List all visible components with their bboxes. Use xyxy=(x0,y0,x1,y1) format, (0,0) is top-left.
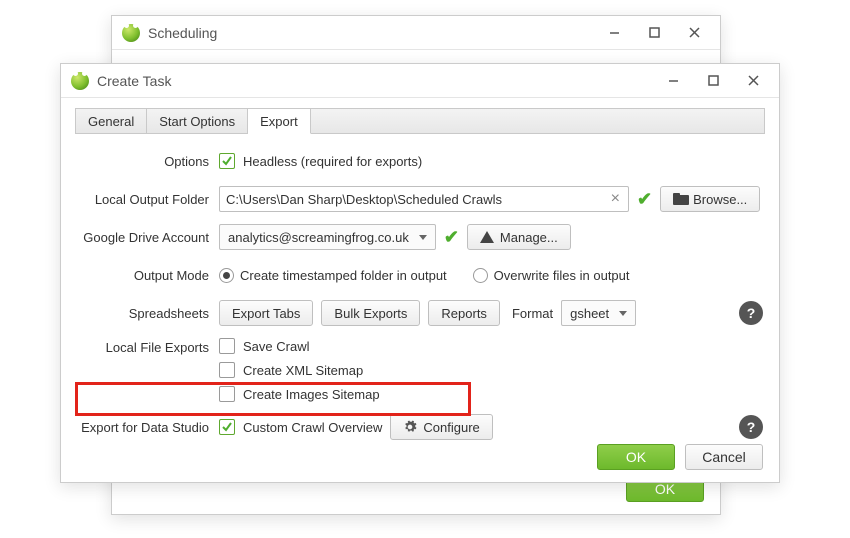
manage-button[interactable]: Manage... xyxy=(467,224,571,250)
data-studio-label: Export for Data Studio xyxy=(77,420,219,435)
options-label: Options xyxy=(77,154,219,169)
tab-bar: General Start Options Export xyxy=(75,108,765,134)
reports-button[interactable]: Reports xyxy=(428,300,500,326)
custom-overview-label: Custom Crawl Overview xyxy=(243,420,382,435)
bulk-exports-button[interactable]: Bulk Exports xyxy=(321,300,420,326)
cancel-button[interactable]: Cancel xyxy=(685,444,763,470)
custom-overview-checkbox[interactable] xyxy=(219,419,235,435)
ok-button[interactable]: OK xyxy=(597,444,675,470)
scheduling-title: Scheduling xyxy=(148,25,217,41)
help-button[interactable]: ? xyxy=(739,301,763,325)
browse-button[interactable]: Browse... xyxy=(660,186,760,212)
save-crawl-checkbox[interactable] xyxy=(219,338,235,354)
gdrive-label: Google Drive Account xyxy=(77,230,219,245)
maximize-button[interactable] xyxy=(634,19,674,47)
headless-checkbox[interactable] xyxy=(219,153,235,169)
gdrive-account-dropdown[interactable]: analytics@screamingfrog.co.uk xyxy=(219,224,436,250)
folder-icon xyxy=(673,192,687,206)
scheduling-titlebar[interactable]: Scheduling xyxy=(112,16,720,50)
local-output-label: Local Output Folder xyxy=(77,192,219,207)
output-mode-label: Output Mode xyxy=(77,268,219,283)
valid-check-icon: ✔ xyxy=(637,189,652,210)
tab-export[interactable]: Export xyxy=(248,109,311,134)
local-exports-label: Local File Exports xyxy=(77,338,219,355)
maximize-button[interactable] xyxy=(693,67,733,95)
app-icon xyxy=(122,24,140,42)
save-crawl-label: Save Crawl xyxy=(243,339,309,354)
xml-sitemap-label: Create XML Sitemap xyxy=(243,363,363,378)
close-button[interactable] xyxy=(674,19,714,47)
create-task-window: Create Task General Start Options Export… xyxy=(60,63,780,483)
headless-label: Headless (required for exports) xyxy=(243,154,422,169)
valid-check-icon: ✔ xyxy=(444,227,459,248)
create-task-titlebar[interactable]: Create Task xyxy=(61,64,779,98)
xml-sitemap-checkbox[interactable] xyxy=(219,362,235,378)
chevron-down-icon xyxy=(419,235,427,240)
local-output-value: C:\Users\Dan Sharp\Desktop\Scheduled Cra… xyxy=(226,192,609,207)
configure-button[interactable]: Configure xyxy=(390,414,492,440)
images-sitemap-checkbox[interactable] xyxy=(219,386,235,402)
minimize-button[interactable] xyxy=(594,19,634,47)
local-output-input[interactable]: C:\Users\Dan Sharp\Desktop\Scheduled Cra… xyxy=(219,186,629,212)
export-tabs-button[interactable]: Export Tabs xyxy=(219,300,313,326)
clear-icon[interactable]: × xyxy=(609,190,622,208)
app-icon xyxy=(71,72,89,90)
tab-start-options[interactable]: Start Options xyxy=(147,109,248,133)
gdrive-account-value: analytics@screamingfrog.co.uk xyxy=(228,230,409,245)
help-button[interactable]: ? xyxy=(739,415,763,439)
minimize-button[interactable] xyxy=(653,67,693,95)
format-dropdown[interactable]: gsheet xyxy=(561,300,636,326)
images-sitemap-label: Create Images Sitemap xyxy=(243,387,380,402)
output-mode-overwrite-label: Overwrite files in output xyxy=(494,268,630,283)
close-button[interactable] xyxy=(733,67,773,95)
spreadsheets-label: Spreadsheets xyxy=(77,306,219,321)
create-task-title: Create Task xyxy=(97,73,171,89)
format-value: gsheet xyxy=(570,306,609,321)
output-mode-overwrite-radio[interactable] xyxy=(473,268,488,283)
chevron-down-icon xyxy=(619,311,627,316)
output-mode-timestamped-label: Create timestamped folder in output xyxy=(240,268,447,283)
output-mode-timestamped-radio[interactable] xyxy=(219,268,234,283)
format-label: Format xyxy=(512,306,553,321)
tab-general[interactable]: General xyxy=(76,109,147,133)
drive-icon xyxy=(480,230,494,244)
gear-icon xyxy=(403,420,417,434)
